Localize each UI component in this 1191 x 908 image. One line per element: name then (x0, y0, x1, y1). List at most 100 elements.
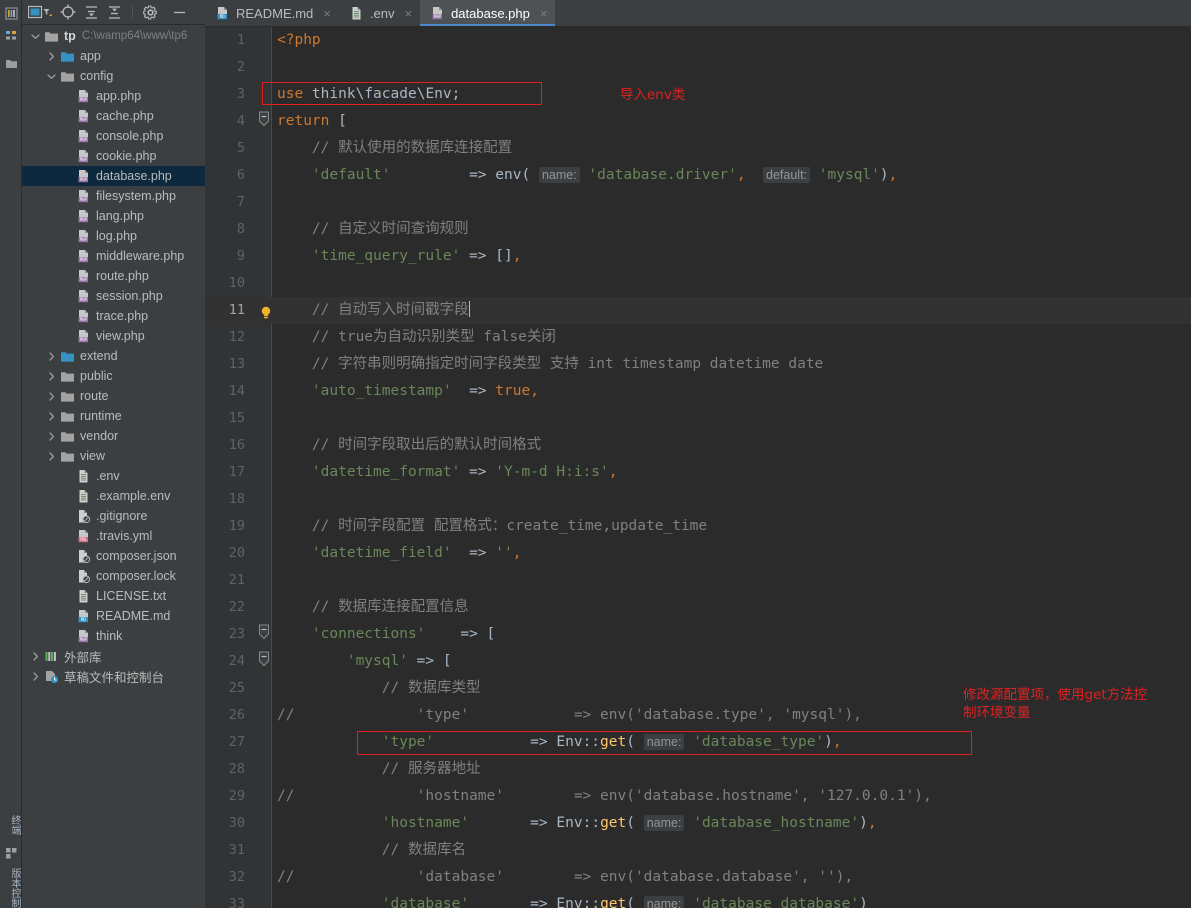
tree-node[interactable]: PHP trace.php (22, 306, 205, 326)
collapse-all-button[interactable] (107, 5, 122, 20)
tree-node[interactable]: public (22, 366, 205, 386)
fold-marker[interactable] (257, 108, 271, 135)
tree-node[interactable]: route (22, 386, 205, 406)
chevron-right-icon[interactable] (46, 411, 57, 422)
tree-node[interactable]: PHP log.php (22, 226, 205, 246)
tree-node[interactable]: config (22, 66, 205, 86)
editor-tab-bar[interactable]: MD README.md × .env × PHP database.php × (205, 0, 1191, 27)
tree-node[interactable]: .gitignore (22, 506, 205, 526)
code-line[interactable]: 20 'datetime_field' => '', (205, 540, 1191, 567)
code-line[interactable]: 9 'time_query_rule' => [], (205, 243, 1191, 270)
chevron-right-icon[interactable] (46, 351, 57, 362)
favorites-tool-window-button[interactable] (0, 52, 22, 74)
chevron-right-icon[interactable] (46, 451, 57, 462)
chevron-right-icon[interactable] (46, 371, 57, 382)
code-line[interactable]: 7 (205, 189, 1191, 216)
code-line[interactable]: 23 'connections' => [ (205, 621, 1191, 648)
fold-marker[interactable] (257, 648, 271, 675)
code-line[interactable]: 16 // 时间字段取出后的默认时间格式 (205, 432, 1191, 459)
code-line[interactable]: 22 // 数据库连接配置信息 (205, 594, 1191, 621)
code-line[interactable]: 13 // 字符串则明确指定时间字段类型 支持 int timestamp da… (205, 351, 1191, 378)
code-line[interactable]: 19 // 时间字段配置 配置格式：create_time,update_tim… (205, 513, 1191, 540)
tree-expander[interactable] (30, 31, 41, 42)
tree-node[interactable]: PHP think (22, 626, 205, 646)
code-line[interactable]: 18 (205, 486, 1191, 513)
fold-marker[interactable] (257, 621, 271, 648)
chevron-right-icon[interactable] (30, 671, 41, 682)
code-editor[interactable]: 1 <?php 2 3 use think\facade\Env; 4 return [5 … (205, 27, 1191, 908)
tree-expander[interactable] (46, 431, 57, 442)
tree-node[interactable]: .env (22, 466, 205, 486)
tree-node[interactable]: PHP cache.php (22, 106, 205, 126)
editor-tab-database-php[interactable]: PHP database.php × (420, 0, 556, 26)
chevron-right-icon[interactable] (46, 391, 57, 402)
tree-node[interactable]: 外部库 (22, 646, 205, 666)
expand-all-button[interactable] (84, 5, 99, 20)
chevron-right-icon[interactable] (46, 51, 57, 62)
code-line[interactable]: 4 return [ (205, 108, 1191, 135)
code-line[interactable]: 1 <?php (205, 27, 1191, 54)
tree-node[interactable]: runtime (22, 406, 205, 426)
code-line[interactable]: 21 (205, 567, 1191, 594)
tree-node[interactable]: PHP session.php (22, 286, 205, 306)
tree-node[interactable]: PHP app.php (22, 86, 205, 106)
structure-tool-window-button[interactable] (0, 24, 22, 46)
tree-node[interactable]: composer.lock (22, 566, 205, 586)
vcs-stripe-button[interactable]: 版本控制 (0, 868, 22, 908)
tree-expander[interactable] (46, 391, 57, 402)
code-line[interactable]: 29 // 'hostname' => env('database.hostnam… (205, 783, 1191, 810)
select-opened-file-button[interactable] (60, 4, 76, 20)
tree-node[interactable]: composer.json (22, 546, 205, 566)
tree-expander[interactable] (30, 671, 41, 682)
code-line[interactable]: 11 // 自动写入时间戳字段 (205, 297, 1191, 324)
code-line[interactable]: 12 // true为自动识别类型 false关闭 (205, 324, 1191, 351)
code-line[interactable]: 32 // 'database' => env('database.databas… (205, 864, 1191, 891)
chevron-down-icon[interactable] (46, 71, 57, 82)
code-line[interactable]: 17 'datetime_format' => 'Y-m-d H:i:s', (205, 459, 1191, 486)
tree-node[interactable]: extend (22, 346, 205, 366)
code-line[interactable]: 33 'database' => Env::get( name: 'databa… (205, 891, 1191, 908)
tree-node[interactable]: LICENSE.txt (22, 586, 205, 606)
code-line[interactable]: 2 (205, 54, 1191, 81)
tree-node[interactable]: PHP middleware.php (22, 246, 205, 266)
tree-node-selected[interactable]: PHP database.php (22, 166, 205, 186)
tree-node[interactable]: view (22, 446, 205, 466)
chevron-right-icon[interactable] (30, 651, 41, 662)
tree-expander[interactable] (46, 351, 57, 362)
tree-expander[interactable] (46, 451, 57, 462)
settings-button[interactable] (143, 4, 158, 20)
code-line[interactable]: 24 'mysql' => [ (205, 648, 1191, 675)
close-icon[interactable]: × (540, 6, 548, 21)
tree-expander[interactable] (30, 651, 41, 662)
editor-tab--env[interactable]: .env × (339, 0, 420, 26)
code-line[interactable]: 31 // 数据库名 (205, 837, 1191, 864)
tree-node[interactable]: YML .travis.yml (22, 526, 205, 546)
hide-tool-window-button[interactable] (172, 5, 187, 20)
tree-node[interactable]: PHP console.php (22, 126, 205, 146)
chevron-right-icon[interactable] (46, 431, 57, 442)
tree-node[interactable]: MD README.md (22, 606, 205, 626)
tree-node[interactable]: 草稿文件和控制台 (22, 666, 205, 686)
tree-expander[interactable] (46, 411, 57, 422)
terminal-stripe-button[interactable]: 终端 (0, 815, 22, 835)
tree-node[interactable]: app (22, 46, 205, 66)
tree-node[interactable]: vendor (22, 426, 205, 446)
tree-node[interactable]: PHP view.php (22, 326, 205, 346)
tree-node[interactable]: tp C:\wamp64\www\tp6 (22, 26, 205, 46)
code-line[interactable]: 8 // 自定义时间查询规则 (205, 216, 1191, 243)
chevron-down-icon[interactable] (30, 31, 41, 42)
tree-node[interactable]: PHP route.php (22, 266, 205, 286)
tree-node[interactable]: PHP cookie.php (22, 146, 205, 166)
tree-node[interactable]: .example.env (22, 486, 205, 506)
close-icon[interactable]: × (404, 6, 412, 21)
code-line[interactable]: 15 (205, 405, 1191, 432)
tree-node[interactable]: PHP filesystem.php (22, 186, 205, 206)
editor-tab-readme-md[interactable]: MD README.md × (205, 0, 339, 26)
code-line[interactable]: 3 use think\facade\Env; (205, 81, 1191, 108)
tree-expander[interactable] (46, 51, 57, 62)
code-line[interactable]: 5 // 默认使用的数据库连接配置 (205, 135, 1191, 162)
project-view-selector[interactable] (28, 5, 52, 19)
code-line[interactable]: 27 'type' => Env::get( name: 'database_t… (205, 729, 1191, 756)
code-line[interactable]: 28 // 服务器地址 (205, 756, 1191, 783)
tree-node[interactable]: PHP lang.php (22, 206, 205, 226)
